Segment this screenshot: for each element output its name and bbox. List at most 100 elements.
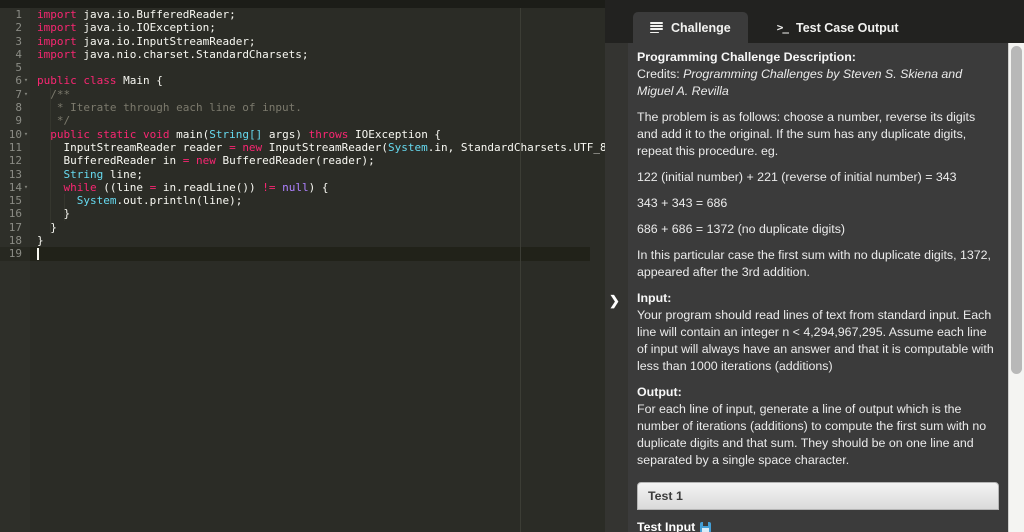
scrollbar[interactable] xyxy=(1008,43,1024,532)
code-line[interactable]: 14 ▾ while ((line = in.readLine()) != nul… xyxy=(0,181,605,194)
line-number[interactable]: 15 xyxy=(0,194,30,207)
line-number-text: 10 xyxy=(8,127,22,141)
line-number[interactable]: 11 xyxy=(0,141,30,154)
code-text: while ((line = in.readLine()) != null) { xyxy=(63,180,329,194)
line-number[interactable]: 16 xyxy=(0,207,30,220)
description-paragraph: Programming Challenge Description: Credit… xyxy=(637,49,999,100)
code-line[interactable]: 5 xyxy=(0,61,605,74)
line-number[interactable]: 10 ▾ xyxy=(0,128,30,141)
description-text: For each line of input, generate a line … xyxy=(637,402,987,467)
code-line[interactable]: 12 BufferedReader in = new BufferedReade… xyxy=(0,154,605,167)
line-number[interactable]: 7 ▾ xyxy=(0,88,30,101)
code-text: */ xyxy=(37,114,71,128)
line-number-text: 9 xyxy=(15,114,22,128)
code-text: } xyxy=(37,220,57,234)
line-number[interactable]: 17 xyxy=(0,221,30,234)
line-number-text: 5 xyxy=(15,61,22,75)
line-number-text: 15 xyxy=(8,194,22,208)
line-number[interactable]: 9 xyxy=(0,114,30,127)
description-text: The problem is as follows: choose a numb… xyxy=(637,110,976,158)
code-line[interactable]: 13 String line; xyxy=(0,168,605,181)
code-text: import java.io.IOException; xyxy=(37,21,216,35)
description-paragraph: Input: Your program should read lines of … xyxy=(637,290,999,375)
line-number-text: 1 xyxy=(15,8,22,21)
code-line[interactable]: 17 } xyxy=(0,221,605,234)
code-text: public static void main(String[] args) t… xyxy=(50,127,442,141)
line-number-text: 11 xyxy=(8,140,22,154)
fold-icon[interactable]: ▾ xyxy=(22,74,30,87)
line-number[interactable]: 2 xyxy=(0,21,30,34)
fold-icon[interactable]: ▾ xyxy=(22,181,30,194)
fold-icon[interactable]: ▾ xyxy=(22,128,30,141)
save-icon[interactable] xyxy=(700,522,712,532)
panel-tab-bar: Challenge >_ Test Case Output xyxy=(605,0,1024,43)
code-line[interactable]: 8 * Iterate through each line of input. xyxy=(0,101,605,114)
line-number[interactable]: 1 xyxy=(0,8,30,21)
line-number[interactable]: 19 xyxy=(0,247,30,260)
line-number-text: 3 xyxy=(15,34,22,48)
line-number[interactable]: 5 xyxy=(0,61,30,74)
code-text: } xyxy=(37,234,44,248)
code-line[interactable]: 1 import java.io.BufferedReader; xyxy=(0,8,605,21)
line-number-text: 8 xyxy=(15,101,22,115)
line-number-text: 19 xyxy=(8,247,22,261)
description-text: In this particular case the first sum wi… xyxy=(637,248,991,279)
code-text: } xyxy=(37,207,71,221)
panel-collapse-handle[interactable]: ❯ xyxy=(605,43,628,532)
description-text: 686 + 686 = 1372 (no duplicate digits) xyxy=(637,222,846,236)
code-line[interactable]: 19 xyxy=(0,247,605,260)
line-number[interactable]: 6 ▾ xyxy=(0,74,30,87)
description-text: 343 + 343 = 686 xyxy=(637,196,728,210)
tab-test-case-output[interactable]: >_ Test Case Output xyxy=(760,12,916,43)
scrollbar-thumb[interactable] xyxy=(1011,46,1022,374)
code-line[interactable]: 4 import java.nio.charset.StandardCharset… xyxy=(0,48,605,61)
code-text: import java.io.BufferedReader; xyxy=(37,8,236,21)
line-number-text: 6 xyxy=(15,74,22,88)
line-number[interactable]: 18 xyxy=(0,234,30,247)
tab-challenge[interactable]: Challenge xyxy=(633,12,748,43)
line-number[interactable]: 8 xyxy=(0,101,30,114)
line-number[interactable]: 13 xyxy=(0,168,30,181)
code-line[interactable]: 7 ▾ /** xyxy=(0,88,605,101)
code-line[interactable]: 6 ▾ public class Main { xyxy=(0,74,605,87)
code-line[interactable]: 3 import java.io.InputStreamReader; xyxy=(0,35,605,48)
code-text: /** xyxy=(37,87,71,101)
code-line[interactable]: 11 InputStreamReader reader = new InputS… xyxy=(0,141,605,154)
test-case-header[interactable]: Test 1 xyxy=(637,482,999,510)
description-paragraph: In this particular case the first sum wi… xyxy=(637,247,999,281)
code-line[interactable]: 15 System.out.println(line); xyxy=(0,194,605,207)
code-line[interactable]: 18} xyxy=(0,234,605,247)
description-paragraph: 686 + 686 = 1372 (no duplicate digits) xyxy=(637,221,999,238)
line-number[interactable]: 14 ▾ xyxy=(0,181,30,194)
code-lines: 1 import java.io.BufferedReader; 2 import j… xyxy=(0,8,605,261)
description-heading: Input: xyxy=(637,291,672,305)
line-number-text: 7 xyxy=(15,87,22,101)
credits-line: Credits: Programming Challenges by Steve… xyxy=(637,67,963,98)
code-text: System.out.println(line); xyxy=(76,194,243,208)
code-line[interactable]: 9 */ xyxy=(0,114,605,127)
description-paragraph: Output: For each line of input, generate … xyxy=(637,384,999,469)
line-number-text: 13 xyxy=(8,167,22,181)
line-number[interactable]: 4 xyxy=(0,48,30,61)
text-cursor xyxy=(37,248,39,260)
code-line[interactable]: 2 import java.io.IOException; xyxy=(0,21,605,34)
code-text: import java.io.InputStreamReader; xyxy=(37,34,256,48)
code-text: InputStreamReader reader = new InputStre… xyxy=(37,140,605,154)
code-line[interactable]: 10 ▾ public static void main(String[] arg… xyxy=(0,128,605,141)
line-number-text: 18 xyxy=(8,234,22,248)
line-number[interactable]: 3 xyxy=(0,35,30,48)
description-paragraph: The problem is as follows: choose a numb… xyxy=(637,109,999,160)
line-number-text: 16 xyxy=(8,207,22,221)
fold-icon[interactable]: ▾ xyxy=(22,88,30,101)
challenge-description: Programming Challenge Description: Credit… xyxy=(628,43,1008,532)
code-text: * Iterate through each line of input. xyxy=(37,101,302,115)
code-editor[interactable]: 1 import java.io.BufferedReader; 2 import j… xyxy=(0,8,605,532)
code-line[interactable]: 16 } xyxy=(0,207,605,220)
tab-test-case-output-label: Test Case Output xyxy=(796,20,899,35)
line-number[interactable]: 12 xyxy=(0,154,30,167)
line-number-text: 2 xyxy=(15,21,22,35)
code-text: import java.nio.charset.StandardCharsets… xyxy=(37,47,309,61)
code-text: String line; xyxy=(63,167,144,181)
